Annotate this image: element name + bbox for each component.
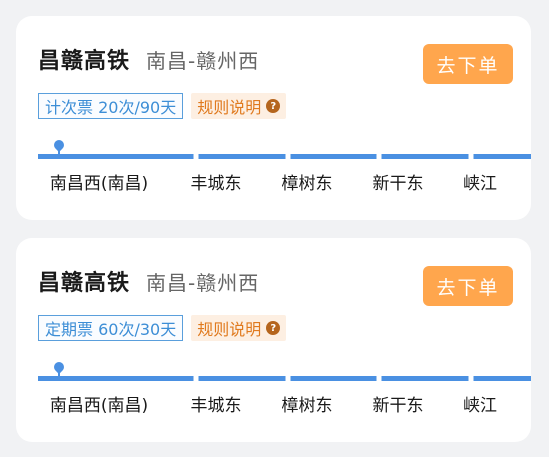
order-button[interactable]: 去下单: [423, 44, 513, 84]
route-text: 南昌-赣州西: [146, 49, 260, 73]
station-label: 新干东: [372, 174, 424, 194]
station-node: [193, 375, 199, 382]
question-circle-icon: ?: [266, 321, 281, 335]
station-node: [193, 153, 199, 160]
station-node: [468, 375, 474, 382]
station-label: 峡江: [463, 396, 497, 416]
rules-link[interactable]: 规则说明 ?: [191, 93, 287, 119]
station-label: 丰城东: [190, 396, 242, 416]
station-label: 樟树东: [281, 174, 333, 194]
order-button[interactable]: 去下单: [423, 266, 513, 306]
tag-row: 计次票 20次/90天 规则说明 ?: [38, 93, 287, 119]
rules-label: 规则说明: [197, 98, 262, 117]
station-node: [285, 375, 291, 382]
station-label: 丰城东: [190, 174, 242, 194]
station-node: [376, 375, 382, 382]
station-label: 峡江: [463, 174, 497, 194]
station-node: [285, 153, 291, 160]
route-track: [38, 154, 531, 159]
location-pin-icon: [51, 137, 67, 153]
station-label: 南昌西(南昌): [49, 396, 149, 416]
question-circle-icon: ?: [266, 99, 281, 113]
rules-link[interactable]: 规则说明 ?: [191, 315, 287, 341]
line-name: 昌赣高铁: [38, 271, 131, 296]
route-text: 南昌-赣州西: [146, 271, 260, 295]
station-label: 南昌西(南昌): [49, 174, 149, 194]
ticket-card: 昌赣高铁 南昌-赣州西 去下单 定期票 60次/30天 规则说明 ? 南昌西(南…: [16, 238, 531, 442]
ticket-type-badge: 计次票 20次/90天: [38, 93, 184, 119]
station-node: [376, 153, 382, 160]
ticket-card: 昌赣高铁 南昌-赣州西 去下单 计次票 20次/90天 规则说明 ? 南昌西(南…: [16, 16, 531, 220]
route-track: [38, 376, 531, 381]
station-label: 新干东: [372, 396, 424, 416]
station-node: [468, 153, 474, 160]
station-label: 樟树东: [281, 396, 333, 416]
location-pin-icon: [51, 359, 67, 375]
tag-row: 定期票 60次/30天 规则说明 ?: [38, 315, 287, 341]
line-name: 昌赣高铁: [38, 49, 131, 74]
card-title-row: 昌赣高铁 南昌-赣州西: [38, 43, 259, 75]
rules-label: 规则说明: [197, 320, 262, 339]
card-title-row: 昌赣高铁 南昌-赣州西: [38, 265, 259, 297]
ticket-type-badge: 定期票 60次/30天: [38, 315, 184, 341]
